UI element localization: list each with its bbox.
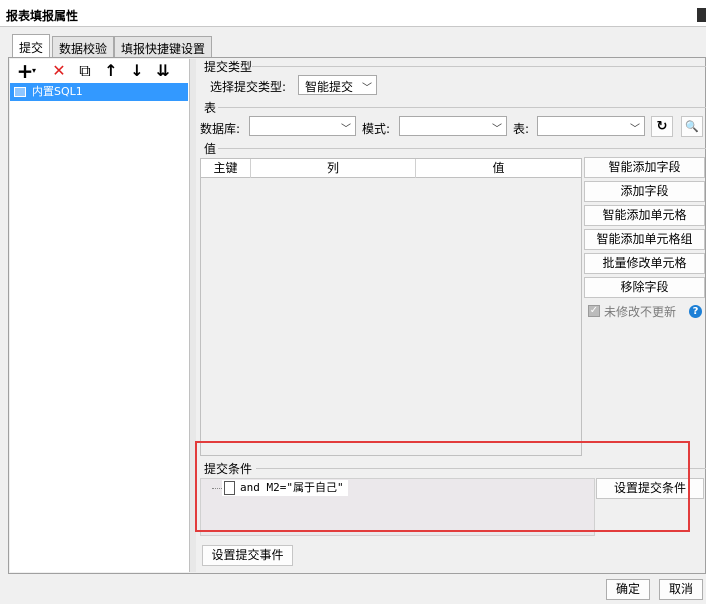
tab-data-validation[interactable]: 数据校验 <box>52 36 115 57</box>
smart-add-field-button[interactable]: 智能添加字段 <box>584 157 705 178</box>
submit-type-select[interactable]: 智能提交 ﹀ <box>298 75 377 95</box>
chevron-down-icon[interactable]: ▾ <box>32 66 36 75</box>
value-table-header: 主键 列 值 <box>201 159 581 178</box>
chevron-down-icon: ﹀ <box>630 124 640 135</box>
table-section-label: 表 <box>204 101 217 115</box>
table-label: 表: <box>513 122 530 136</box>
value-section-label: 值 <box>204 142 217 156</box>
tree-item-label: 内置SQL1 <box>32 85 83 98</box>
submit-type-label: 选择提交类型: <box>210 80 287 94</box>
smart-add-cell-button[interactable]: 智能添加单元格 <box>584 205 705 226</box>
help-icon[interactable]: ? <box>689 305 702 318</box>
copy-icon[interactable]: ⧉ <box>76 62 94 80</box>
sql-list-panel <box>10 59 190 572</box>
search-icon[interactable]: 🔍 <box>681 116 703 137</box>
table-select[interactable]: ﹀ <box>537 116 645 136</box>
ok-button[interactable]: 确定 <box>606 579 650 600</box>
divider <box>218 107 706 108</box>
column-header-column[interactable]: 列 <box>251 159 416 178</box>
column-header-primary-key[interactable]: 主键 <box>201 159 251 178</box>
delete-icon[interactable]: ✕ <box>50 62 68 80</box>
move-up-icon[interactable]: ↑ <box>102 62 120 80</box>
divider <box>218 148 706 149</box>
title-bar: 报表填报属性 <box>0 0 706 27</box>
move-down-icon[interactable]: ↓ <box>128 62 146 80</box>
value-field-table[interactable] <box>200 158 582 456</box>
window-title: 报表填报属性 <box>6 9 79 23</box>
chevron-down-icon: ﹀ <box>341 124 351 135</box>
move-bottom-icon[interactable]: ⇊ <box>154 62 172 80</box>
cancel-button[interactable]: 取消 <box>659 579 703 600</box>
remove-field-button[interactable]: 移除字段 <box>584 277 705 298</box>
sql-table-icon <box>14 87 26 97</box>
no-update-checkbox[interactable]: ✓ <box>588 305 600 317</box>
database-select[interactable]: ﹀ <box>249 116 356 136</box>
no-update-label: 未修改不更新 <box>604 305 677 319</box>
add-field-button[interactable]: 添加字段 <box>584 181 705 202</box>
tab-shortcut-settings[interactable]: 填报快捷键设置 <box>114 36 213 57</box>
batch-modify-cells-button[interactable]: 批量修改单元格 <box>584 253 705 274</box>
tab-submit[interactable]: 提交 <box>12 34 51 58</box>
column-header-value[interactable]: 值 <box>416 159 581 178</box>
tab-label: 提交 <box>19 41 44 55</box>
submit-type-value: 智能提交 <box>305 80 354 94</box>
tab-label: 数据校验 <box>59 42 108 56</box>
schema-select[interactable]: ﹀ <box>399 116 507 136</box>
refresh-icon[interactable]: ↻ <box>651 116 673 137</box>
tab-label: 填报快捷键设置 <box>121 42 206 56</box>
close-icon[interactable] <box>697 8 706 22</box>
submit-type-section-label: 提交类型 <box>204 60 253 74</box>
divider <box>252 66 706 67</box>
chevron-down-icon: ﹀ <box>362 83 372 94</box>
schema-label: 模式: <box>362 122 391 136</box>
set-submit-event-button[interactable]: 设置提交事件 <box>202 545 293 566</box>
database-label: 数据库: <box>200 122 241 136</box>
highlight-box <box>195 441 690 532</box>
smart-add-cell-group-button[interactable]: 智能添加单元格组 <box>584 229 705 250</box>
tree-item-sql[interactable]: 内置SQL1 <box>10 83 188 101</box>
chevron-down-icon: ﹀ <box>492 124 502 135</box>
